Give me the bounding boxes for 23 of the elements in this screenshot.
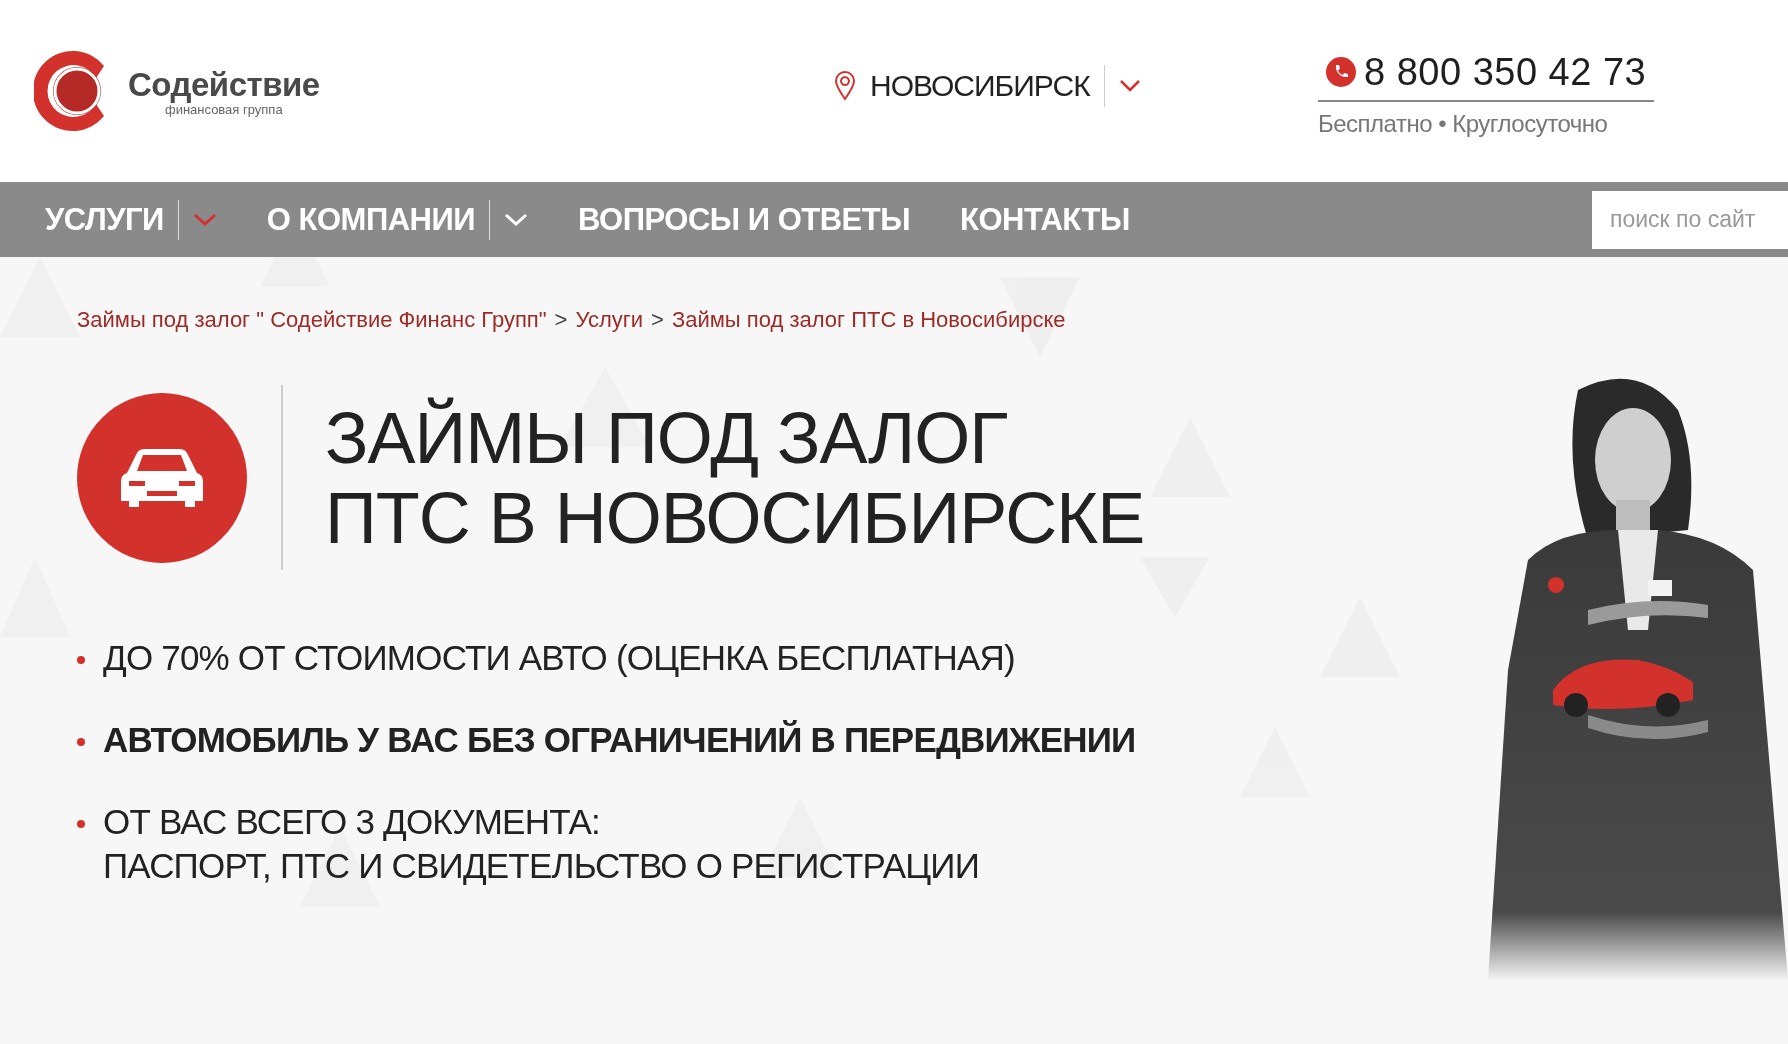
- city-selector[interactable]: НОВОСИБИРСК: [870, 69, 1090, 103]
- page-title: ЗАЙМЫ ПОД ЗАЛОГ: [325, 397, 1009, 478]
- bullet-text: ОТ ВАС ВСЕГО 3 ДОКУМЕНТА: ПАСПОРТ, ПТС И СВИДЕТЕЛЬСТВО О РЕГИСТРАЦИИ: [103, 801, 980, 887]
- car-icon: [77, 392, 247, 563]
- phone-note: Бесплатно • Круглосуточно: [1318, 109, 1609, 138]
- logo-icon: [34, 51, 104, 131]
- phone-number[interactable]: 8 800 350 42 73: [1364, 50, 1647, 94]
- page-title: ПТС В НОВОСИБИРСКЕ: [325, 477, 1145, 558]
- breadcrumb-link[interactable]: Услуги: [575, 307, 644, 333]
- breadcrumb-separator: >: [651, 307, 664, 333]
- bullet-text: ДО 70% ОТ СТОИМОСТИ АВТО (ОЦЕНКА БЕСПЛАТНАЯ): [103, 637, 1015, 679]
- location-pin-icon: [835, 71, 855, 100]
- phone-icon: [1326, 57, 1356, 87]
- chevron-down-icon[interactable]: [1119, 80, 1140, 92]
- bullet-text: АВТОМОБИЛЬ У ВАС БЕЗ ОГРАНИЧЕНИЙ В ПЕРЕДВИЖЕНИИ: [103, 719, 1136, 761]
- breadcrumb-separator: >: [554, 307, 568, 333]
- bullet-dot-icon: [77, 656, 85, 664]
- breadcrumb-link[interactable]: Займы под залог " Содействие Финанс Групп": [77, 307, 547, 333]
- bullet-dot-icon: [77, 738, 85, 746]
- bullet-dot-icon: [77, 820, 85, 828]
- breadcrumb-link[interactable]: Займы под залог ПТС в Новосибирске: [671, 307, 1066, 333]
- search-field[interactable]: поиск по сайт: [1592, 190, 1788, 249]
- brand-name: Содействие: [128, 65, 320, 104]
